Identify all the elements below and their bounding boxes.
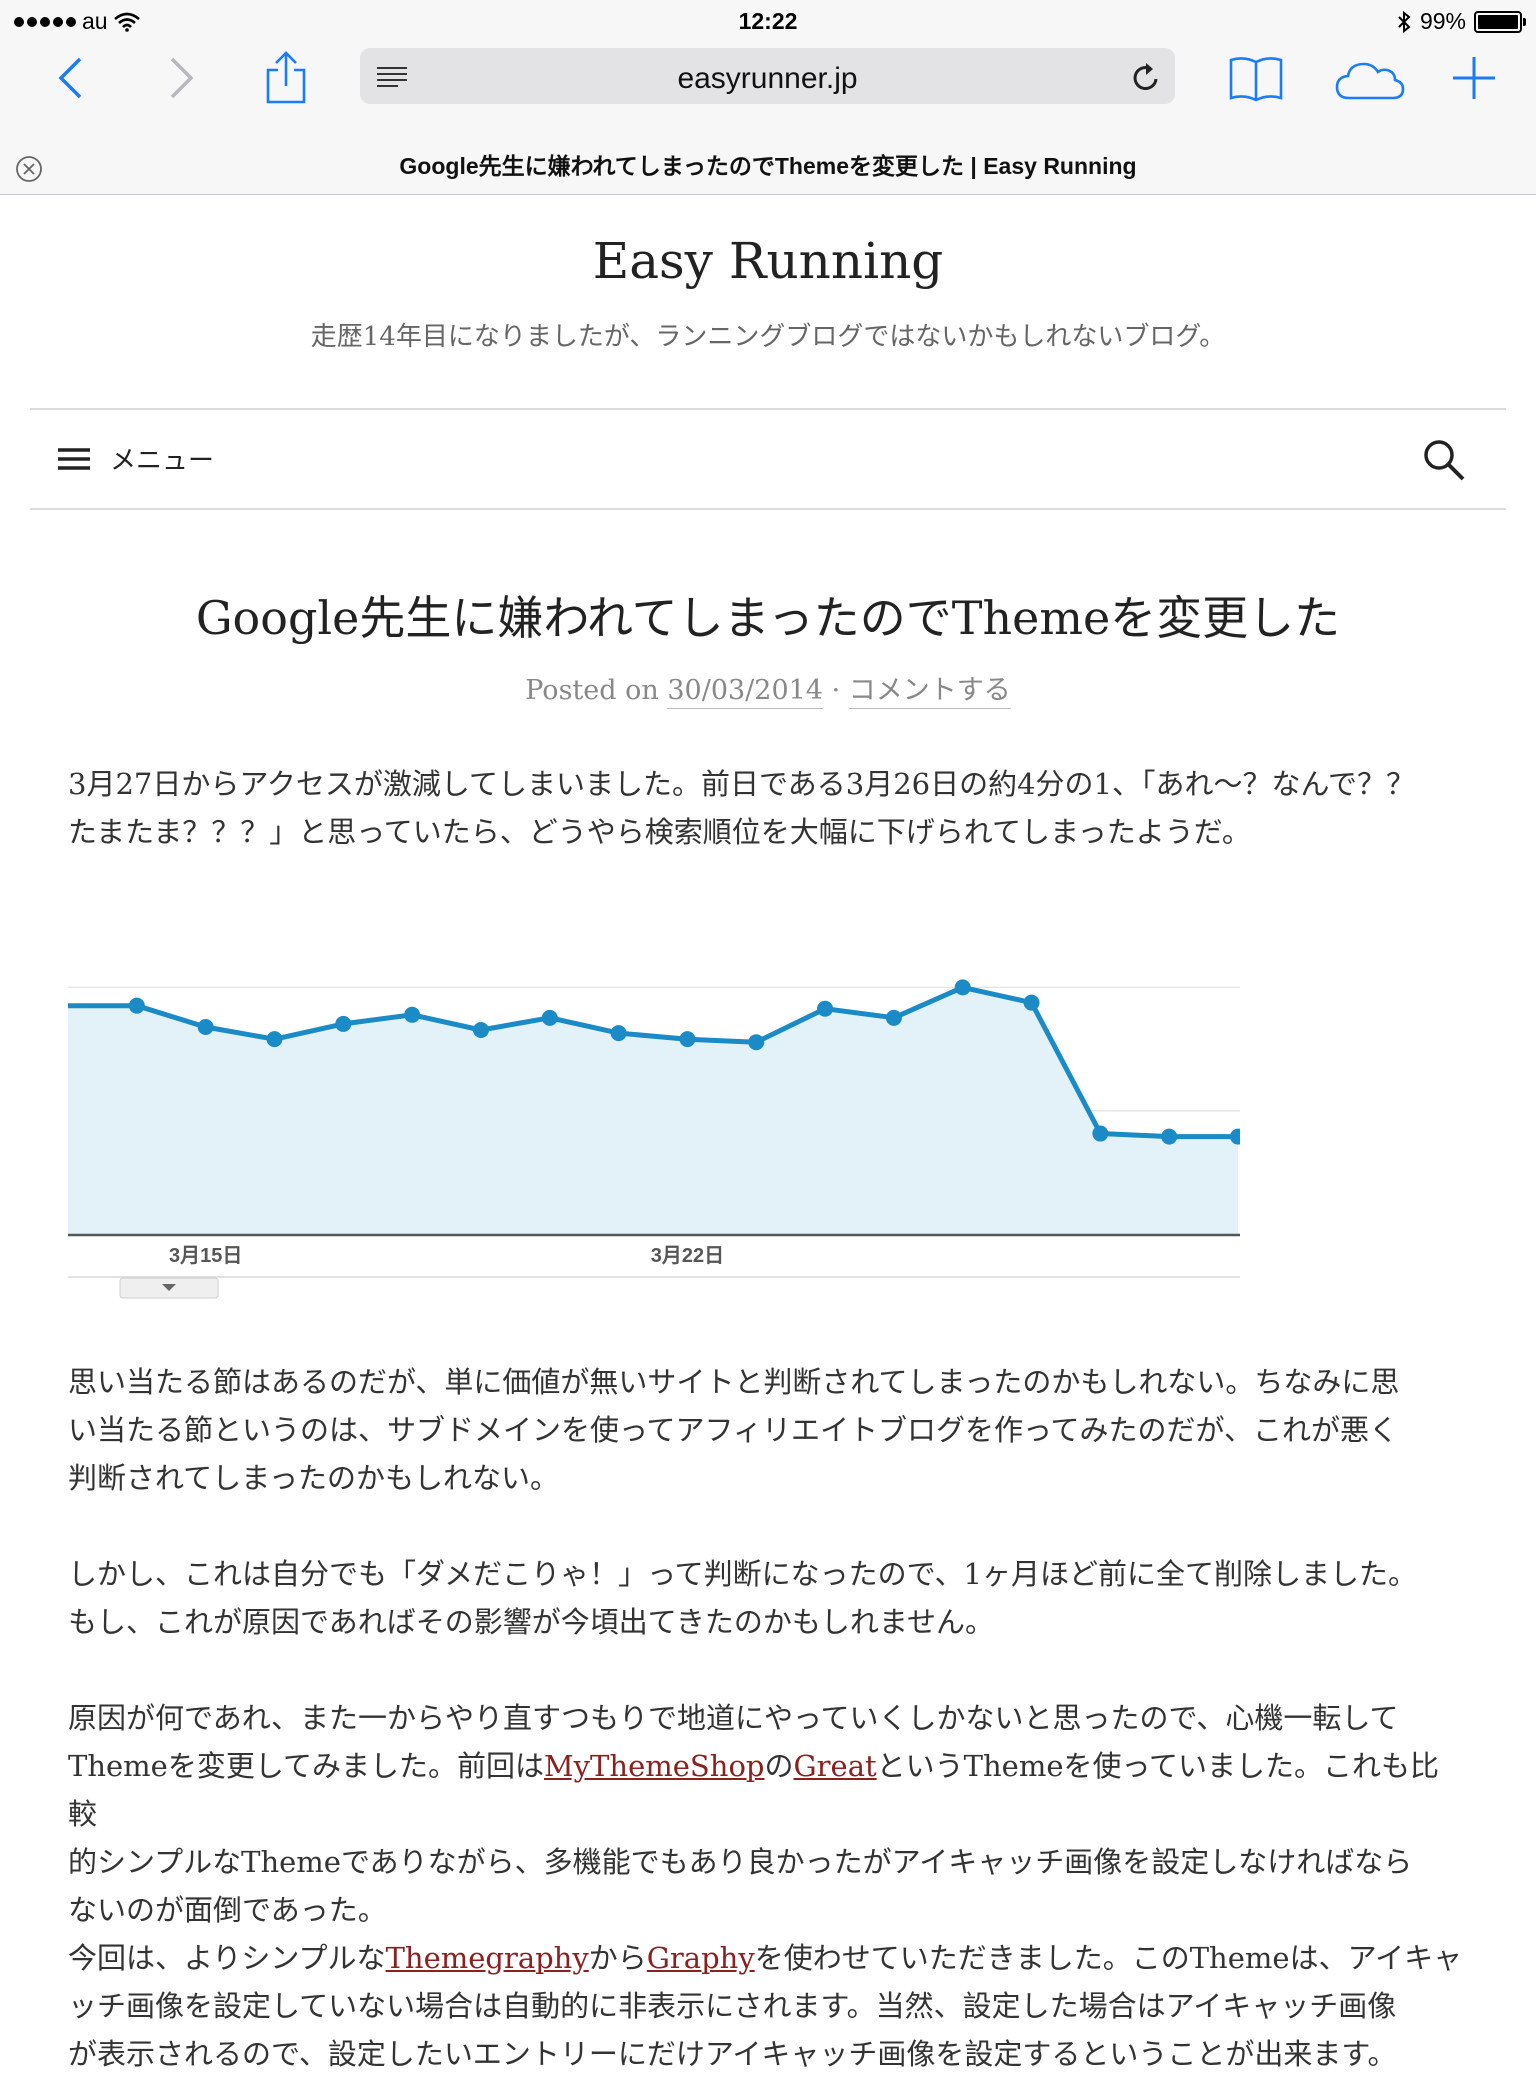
paragraph-line: ッチ画像を設定していない場合は自動的に非表示にされます。当然、設定した場合はアイ… [68,1989,1397,2023]
data-point [748,1034,765,1051]
tab[interactable]: Google先生に嫌われてしまったのでThemeを変更した | Easy Run… [0,142,1536,194]
paragraph-text: を使わせていただきました。このThemeは、アイキャ [754,1941,1463,1975]
paragraph-line: 判断されてしまったのかもしれない。 [68,1461,559,1495]
data-point [610,1025,627,1042]
site-title[interactable]: Easy Running [0,232,1536,290]
browser-toolbar: easyrunner.jp [0,42,1536,154]
paragraph-line: しかし、これは自分でも「ダメだこりゃ！」って判断になったので、1ヶ月ほど前に全て… [68,1557,1417,1591]
paragraph-text: Themeを変更してみました。前回は [68,1749,544,1783]
data-point [885,1009,902,1026]
cloud-icon [1335,62,1405,100]
bluetooth-icon [1398,10,1411,33]
paragraph-line: が表示されるので、設定したいエントリーにだけアイキャッチ画像を設定するということ… [68,2037,1397,2071]
tick-label: 3月22日 [651,1245,724,1267]
chevron-right-icon [170,57,194,99]
data-point [266,1031,283,1048]
comment-link[interactable]: コメントする [848,675,1011,709]
chart-svg: 3月15日 3月22日 [68,979,1246,1299]
paragraph-4: 原因が何であれ、また一からやり直すつもりで地道にやっていくしかないと思ったので、… [68,1694,1468,1934]
data-point [472,1022,489,1039]
paragraph-line: ないのが面倒であった。 [68,1893,387,1927]
paragraph-text: 今回は、よりシンプルな [68,1941,386,1975]
site-description: 走歴14年目になりましたが、ランニングブログではないかもしれないブログ。 [310,322,1226,352]
data-point [1092,1125,1109,1142]
paragraph-line: 今回は、よりシンプルなThemegraphyからGraphyを使わせていただきま… [68,1934,1468,1982]
data-point [335,1015,352,1032]
chevron-left-icon [58,57,82,99]
paragraph-line: 思い当たる節はあるのだが、単に価値が無いサイトと判断されてしまったのかもしれない… [68,1365,1400,1399]
data-point [197,1018,214,1035]
great-theme-link[interactable]: Great [794,1749,877,1783]
url-text: easyrunner.jp [677,62,858,95]
battery-fill [1478,14,1518,29]
data-point [1161,1128,1178,1145]
paragraph-text: から [588,1941,647,1975]
hamburger-icon [58,447,90,470]
data-point [541,1009,558,1026]
paragraph-2: 思い当たる節はあるのだが、単に価値が無いサイトと判断されてしまったのかもしれない… [68,1358,1468,1502]
data-point [1023,994,1040,1011]
mythemeshop-link[interactable]: MyThemeShop [544,1749,765,1783]
posted-on-label: Posted on [525,675,659,706]
bookmarks-button[interactable] [1226,48,1286,108]
paragraph-3: しかし、これは自分でも「ダメだこりゃ！」って判断になったので、1ヶ月ほど前に全て… [68,1550,1468,1646]
tick-label: 3月15日 [169,1245,242,1267]
share-button[interactable] [258,46,314,110]
paragraph-line: もし、これが原因であればその影響が今頃出てきたのかもしれません。 [68,1605,994,1639]
themegraphy-link[interactable]: Themegraphy [386,1941,589,1975]
data-point [128,997,145,1014]
post-date-link[interactable]: 30/03/2014 [667,675,823,709]
paragraph-5: 今回は、よりシンプルなThemegraphyからGraphyを使わせていただきま… [68,1934,1468,2078]
paragraph-line: 3月27日からアクセスが激減してしまいました。前日である3月26日の約4分の1、… [68,767,1416,801]
paragraph-line: たまたま？？？」と思っていたら、どうやら検索順位を大幅に下げられてしまったようだ… [68,815,1251,849]
tab-title: Google先生に嫌われてしまったのでThemeを変更した | Easy Run… [399,153,1137,179]
battery-icon [1474,10,1526,33]
search-button[interactable] [1422,438,1466,486]
status-right: 99% [1396,8,1526,35]
menu-label: メニュー [110,446,215,476]
back-button[interactable] [48,50,92,106]
post-title: Google先生に嫌われてしまったのでThemeを変更した [195,591,1341,645]
data-point [679,1031,696,1048]
address-bar[interactable]: easyrunner.jp [360,48,1175,104]
clock: 12:22 [738,8,798,34]
data-point [954,979,971,996]
new-tab-button[interactable] [1448,48,1500,108]
paragraph-line: い当たる節というのは、サブドメインを使ってアフィリエイトブログを作ってみたのだが… [68,1413,1398,1447]
paragraph-line: Themeを変更してみました。前回はMyThemeShopのGreatというTh… [68,1742,1468,1838]
search-icon [1424,440,1465,481]
menu-toggle[interactable]: メニュー [58,440,214,477]
plus-icon [1453,57,1495,99]
site-navigation: メニュー [30,408,1506,510]
share-icon [266,51,306,104]
paragraph-line: 的シンプルなThemeでありながら、多機能でもあり良かったがアイキャッチ画像を設… [68,1845,1413,1879]
data-point [404,1006,421,1023]
area-fill [68,987,1238,1234]
status-bar: au 12:22 99% [0,0,1536,42]
meta-separator: · [831,675,841,706]
post-meta: Posted on 30/03/2014 · コメントする [0,668,1536,709]
icloud-tabs-button[interactable] [1334,48,1406,108]
battery-percent: 99% [1419,8,1466,34]
paragraph-1: 3月27日からアクセスが激減してしまいました。前日である3月26日の約4分の1、… [68,760,1468,856]
access-chart: 3月15日 3月22日 [68,960,1246,1300]
paragraph-line: 原因が何であれ、また一からやり直すつもりで地道にやっていくしかないと思ったので、… [68,1701,1399,1735]
reload-icon[interactable] [1131,61,1161,93]
tab-bar: Google先生に嫌われてしまったのでThemeを変更した | Easy Run… [0,142,1536,195]
book-icon [1229,57,1283,102]
forward-button[interactable] [160,50,204,106]
data-point [817,1000,834,1017]
graphy-link[interactable]: Graphy [647,1941,755,1975]
paragraph-text: の [764,1749,794,1783]
